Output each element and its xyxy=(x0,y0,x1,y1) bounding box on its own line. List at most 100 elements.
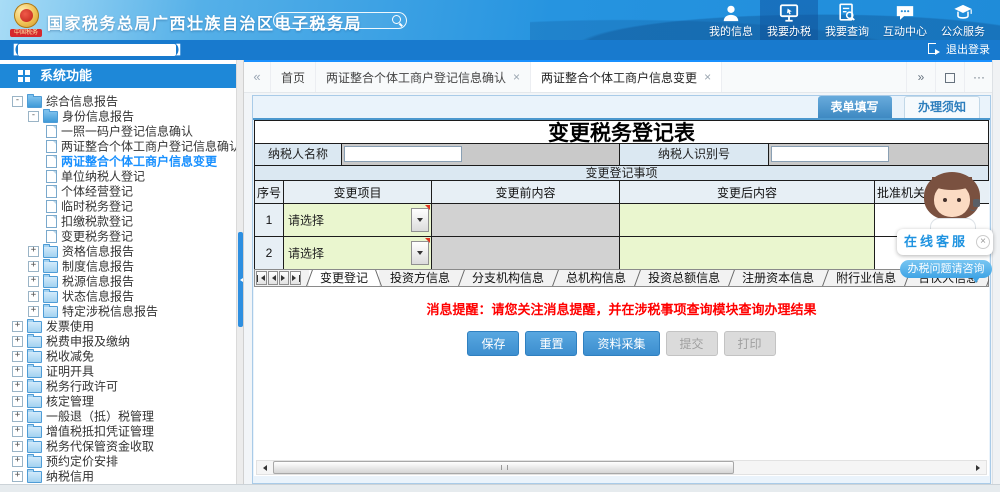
sheet-tab[interactable]: 注册资本信息 xyxy=(731,270,825,286)
nav-interaction-center[interactable]: 互动中心 xyxy=(876,0,934,40)
tree-item[interactable]: +状态信息报告 xyxy=(0,289,236,304)
search-input[interactable] xyxy=(282,13,386,30)
tree-item[interactable]: -综合信息报告 xyxy=(0,94,236,109)
expand-icon[interactable]: + xyxy=(28,246,39,257)
tab-reg-info-confirm[interactable]: 两证整合个体工商户登记信息确认 × xyxy=(316,62,531,92)
horizontal-scrollbar[interactable] xyxy=(256,460,987,475)
maximize-button[interactable] xyxy=(935,62,964,92)
taxpayer-id-input[interactable] xyxy=(771,146,889,162)
expand-icon[interactable]: + xyxy=(12,381,23,392)
sheet-tab[interactable]: 投资方信息 xyxy=(379,270,461,286)
tree-item[interactable]: +增值税抵扣凭证管理 xyxy=(0,424,236,439)
sheet-next-button[interactable] xyxy=(279,271,289,285)
dropdown-arrow-icon[interactable] xyxy=(411,241,429,265)
tree-item[interactable]: 单位纳税人登记 xyxy=(0,169,236,184)
expand-icon[interactable]: + xyxy=(28,261,39,272)
tree-item[interactable]: +制度信息报告 xyxy=(0,259,236,274)
nav-public-service[interactable]: 公众服务 xyxy=(934,0,992,40)
tree-item-label: 临时税务登记 xyxy=(61,199,133,213)
tree-item[interactable]: 扣缴税款登记 xyxy=(0,214,236,229)
action-button[interactable]: 保存 xyxy=(467,331,519,356)
tree-item[interactable]: +纳税信用 xyxy=(0,469,236,484)
nav-query[interactable]: 我要查询 xyxy=(818,0,876,40)
nav-do-tax[interactable]: 我要办税 xyxy=(760,0,818,40)
expand-icon[interactable]: + xyxy=(12,426,23,437)
tree-item[interactable]: +税务代保管资金收取 xyxy=(0,439,236,454)
scrollbar-thumb[interactable] xyxy=(273,461,734,474)
expand-icon[interactable]: + xyxy=(12,321,23,332)
sheet-tab[interactable]: 投资总额信息 xyxy=(637,270,731,286)
after-content-cell[interactable] xyxy=(620,204,875,237)
action-button[interactable]: 重置 xyxy=(525,331,577,356)
tree-item[interactable]: +税务行政许可 xyxy=(0,379,236,394)
sheet-prev-button[interactable] xyxy=(268,271,278,285)
tree-item[interactable]: 两证整合个体工商户登记信息确认 xyxy=(0,139,236,154)
tree-item[interactable]: +预约定价安排 xyxy=(0,454,236,469)
more-tabs-button[interactable]: ··· xyxy=(964,62,993,92)
collapse-icon[interactable]: - xyxy=(12,96,23,107)
sidebar-splitter[interactable] xyxy=(236,60,244,485)
tab-form-fill[interactable]: 表单填写 xyxy=(818,96,892,118)
service-consult-bubble[interactable]: 办税问题请咨询 xyxy=(900,260,992,278)
expand-icon[interactable]: + xyxy=(12,366,23,377)
scroll-left-icon[interactable] xyxy=(257,461,271,474)
expand-icon[interactable]: + xyxy=(12,471,23,482)
tree-item[interactable]: +一般退（抵）税管理 xyxy=(0,409,236,424)
tabs-collapse-button[interactable]: « xyxy=(244,62,271,92)
action-button[interactable]: 提交 xyxy=(666,331,718,356)
tab-home[interactable]: 首页 xyxy=(271,62,316,92)
tree-item[interactable]: +税收减免 xyxy=(0,349,236,364)
expand-icon[interactable]: + xyxy=(12,336,23,347)
taxpayer-name-input[interactable] xyxy=(344,146,462,162)
sheet-first-button[interactable] xyxy=(256,271,267,285)
expand-icon[interactable]: + xyxy=(12,441,23,452)
tree-item[interactable]: +资格信息报告 xyxy=(0,244,236,259)
header-search-box[interactable] xyxy=(273,12,407,29)
change-item-select-cell[interactable]: 请选择 xyxy=(284,204,432,237)
sheet-tab[interactable]: 总机构信息 xyxy=(555,270,637,286)
expand-icon[interactable]: + xyxy=(12,411,23,422)
tree-item[interactable]: -身份信息报告 xyxy=(0,109,236,124)
tree-item[interactable]: 个体经营登记 xyxy=(0,184,236,199)
sheet-tab[interactable]: 附行业信息 xyxy=(825,270,907,286)
collapse-icon[interactable]: - xyxy=(28,111,39,122)
close-icon[interactable]: × xyxy=(976,235,990,249)
expand-icon[interactable]: + xyxy=(28,306,39,317)
close-tab-icon[interactable]: × xyxy=(704,70,711,84)
nav-my-info[interactable]: 我的信息 xyxy=(702,0,760,40)
tree-item[interactable]: 变更税务登记 xyxy=(0,229,236,244)
expand-icon[interactable]: + xyxy=(12,351,23,362)
tabs-expand-button[interactable]: » xyxy=(906,62,935,92)
expand-icon[interactable]: + xyxy=(12,396,23,407)
after-content-cell[interactable] xyxy=(620,237,875,270)
change-item-select-cell[interactable]: 请选择 xyxy=(284,237,432,270)
logout-button[interactable]: 退出登录 xyxy=(928,40,990,60)
expand-icon[interactable]: + xyxy=(28,291,39,302)
tree-item[interactable]: 一照一码户登记信息确认 xyxy=(0,124,236,139)
tree-item[interactable]: 临时税务登记 xyxy=(0,199,236,214)
tree-item[interactable]: +税源信息报告 xyxy=(0,274,236,289)
expand-icon[interactable]: + xyxy=(12,456,23,467)
sheet-tab[interactable]: 变更登记 xyxy=(309,270,379,286)
scroll-right-icon[interactable] xyxy=(972,461,986,474)
sheet-tab[interactable]: 分支机构信息 xyxy=(461,270,555,286)
tab-handling-notes[interactable]: 办理须知 xyxy=(904,96,980,118)
splitter-collapse-handle[interactable] xyxy=(238,232,243,327)
action-button[interactable]: 打印 xyxy=(724,331,776,356)
tree-item[interactable]: +税费申报及缴纳 xyxy=(0,334,236,349)
tab-info-change[interactable]: 两证整合个体工商户信息变更 × xyxy=(531,62,722,92)
close-tab-icon[interactable]: × xyxy=(513,70,520,84)
tree-item-label: 一照一码户登记信息确认 xyxy=(61,124,193,138)
tree-item[interactable]: +核定管理 xyxy=(0,394,236,409)
tree-item[interactable]: +证明开具 xyxy=(0,364,236,379)
search-icon xyxy=(392,15,401,24)
tree-item[interactable]: +特定涉税信息报告 xyxy=(0,304,236,319)
taxpayer-id-label: 纳税人识别号 xyxy=(620,144,769,165)
action-button[interactable]: 资料采集 xyxy=(583,331,659,356)
expand-icon[interactable]: + xyxy=(28,276,39,287)
tree-item[interactable]: 两证整合个体工商户信息变更 xyxy=(0,154,236,169)
sheet-last-button[interactable] xyxy=(290,271,301,285)
online-service-card[interactable]: 在线客服 × xyxy=(897,229,993,255)
tree-item[interactable]: +发票使用 xyxy=(0,319,236,334)
dropdown-arrow-icon[interactable] xyxy=(411,208,429,232)
